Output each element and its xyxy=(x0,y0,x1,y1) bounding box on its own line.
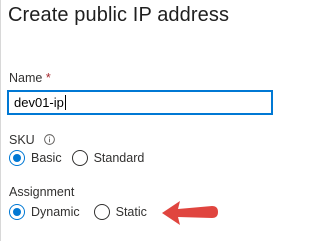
assignment-option-dynamic[interactable]: Dynamic xyxy=(9,204,80,220)
radio-button-selected[interactable] xyxy=(9,150,25,166)
sku-option-label: Basic xyxy=(31,151,62,165)
text-caret xyxy=(64,95,66,110)
info-icon[interactable] xyxy=(44,134,56,145)
assignment-label: Assignment xyxy=(9,185,75,199)
radio-button[interactable] xyxy=(71,150,88,166)
assignment-option-label: Dynamic xyxy=(31,205,80,219)
sku-option-basic[interactable]: Basic xyxy=(9,150,62,166)
sku-label: SKU xyxy=(9,133,35,147)
sku-option-standard[interactable]: Standard xyxy=(71,150,145,166)
red-arrow-pointer-icon xyxy=(162,201,218,225)
name-input[interactable]: dev01-ip xyxy=(7,90,273,115)
panel-border xyxy=(0,0,1,241)
name-input-value: dev01-ip xyxy=(14,95,64,110)
assignment-radio-group: Dynamic Static xyxy=(9,204,157,220)
name-label-row: Name * xyxy=(9,71,51,85)
assignment-option-static[interactable]: Static xyxy=(93,204,147,220)
sku-label-row: SKU xyxy=(9,133,56,147)
sku-radio-group: Basic Standard xyxy=(9,150,154,166)
radio-button[interactable] xyxy=(93,204,110,220)
sku-option-label: Standard xyxy=(93,151,145,165)
name-label: Name xyxy=(9,71,43,85)
panel-title: Create public IP address xyxy=(8,4,230,26)
required-mark: * xyxy=(45,71,51,85)
radio-button-selected[interactable] xyxy=(9,204,25,220)
assignment-option-label: Static xyxy=(115,205,147,219)
